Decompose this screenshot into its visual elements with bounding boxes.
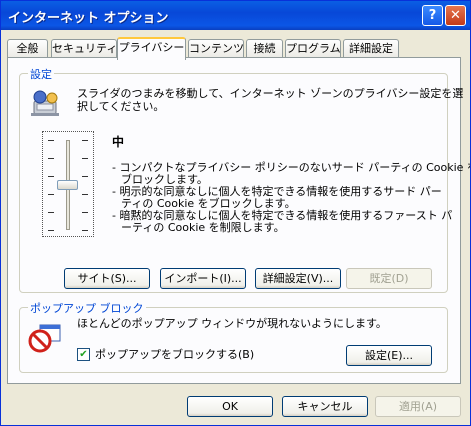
slider-tick — [82, 158, 88, 159]
slider-tick — [82, 230, 88, 231]
tab-programs[interactable]: プログラム — [285, 39, 341, 57]
slider-tick — [48, 194, 54, 195]
popup-blocker-icon — [28, 322, 62, 354]
settings-group-label: 設定 — [28, 66, 54, 82]
tab-connections[interactable]: 接続 — [246, 39, 283, 57]
privacy-panel: 設定 スライダのつまみを移動して、インターネット ゾーンのプライバシー設定を選 … — [7, 57, 470, 384]
default-button[interactable]: 既定(D) — [346, 268, 432, 289]
popup-blocker-group: ポップアップ ブロック ほとんどのポップアップ ウィンドウが現れないようにします… — [19, 300, 448, 373]
internet-options-window: インターネット オプション ? ✕ 全般 セキュリティ プライバシー コンテンツ… — [0, 0, 471, 426]
ok-button[interactable]: OK — [187, 396, 273, 417]
privacy-slider[interactable] — [42, 131, 94, 237]
slider-tick — [48, 140, 54, 141]
settings-description-line2: 択してください。 — [77, 100, 165, 113]
slider-tick — [48, 176, 54, 177]
privacy-level: 中 — [112, 135, 125, 149]
slider-tick — [48, 158, 54, 159]
slider-tick — [82, 194, 88, 195]
privacy-bullet: ーティの Cookie を制限します。 — [121, 221, 285, 234]
slider-thumb[interactable] — [57, 180, 78, 190]
import-button[interactable]: インポート(I)... — [160, 268, 246, 289]
tab-advanced[interactable]: 詳細設定 — [343, 39, 399, 57]
slider-tick — [82, 140, 88, 141]
close-button[interactable]: ✕ — [445, 5, 466, 26]
block-popups-checkbox[interactable]: ✔ — [77, 348, 90, 361]
help-button[interactable]: ? — [422, 5, 443, 26]
block-popups-label[interactable]: ポップアップをブロックする(B) — [95, 348, 254, 361]
apply-button[interactable]: 適用(A) — [375, 396, 461, 417]
cancel-button[interactable]: キャンセル — [282, 396, 368, 417]
tab-privacy[interactable]: プライバシー — [117, 37, 186, 60]
window-title: インターネット オプション — [8, 11, 169, 26]
slider-tick — [48, 230, 54, 231]
settings-group: 設定 スライダのつまみを移動して、インターネット ゾーンのプライバシー設定を選 … — [19, 66, 470, 293]
slider-tick — [82, 176, 88, 177]
popup-description: ほとんどのポップアップ ウィンドウが現れないようにします。 — [77, 317, 387, 330]
privacy-icon — [28, 87, 62, 119]
slider-tick — [48, 212, 54, 213]
slider-tick — [82, 212, 88, 213]
popup-settings-button[interactable]: 設定(E)... — [346, 345, 432, 366]
popup-group-label: ポップアップ ブロック — [28, 300, 146, 316]
tab-content[interactable]: コンテンツ — [188, 39, 244, 57]
sites-button[interactable]: サイト(S)... — [64, 268, 150, 289]
tab-general[interactable]: 全般 — [7, 39, 48, 57]
settings-description-line1: スライダのつまみを移動して、インターネット ゾーンのプライバシー設定を選 — [77, 87, 464, 100]
tab-security[interactable]: セキュリティ — [51, 39, 117, 57]
advanced-button[interactable]: 詳細設定(V)... — [255, 268, 341, 289]
title-bar[interactable]: インターネット オプション ? ✕ — [1, 1, 470, 30]
